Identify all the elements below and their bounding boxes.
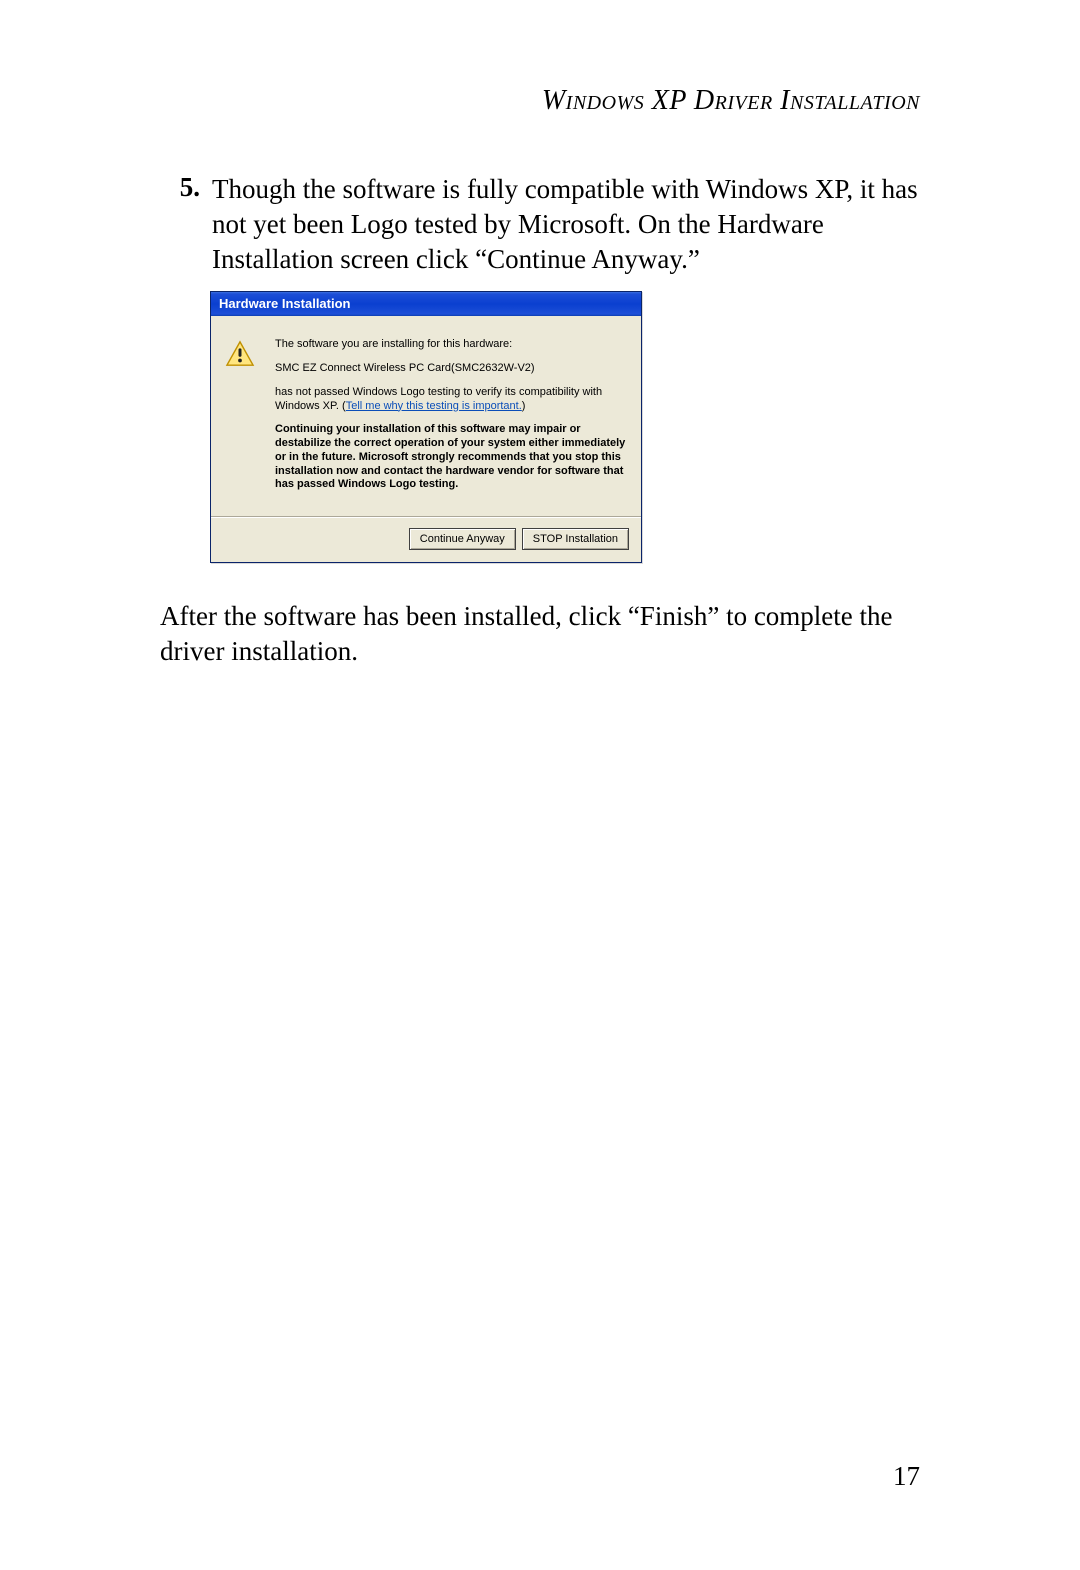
dialog-titlebar: Hardware Installation xyxy=(211,292,641,316)
dialog-why-testing-link[interactable]: Tell me why this testing is important. xyxy=(346,400,522,412)
instruction-step: 5. Though the software is fully compatib… xyxy=(160,172,920,277)
manual-page: Windows XP Driver Installation 5. Though… xyxy=(0,0,1080,1570)
stop-installation-button[interactable]: STOP Installation xyxy=(522,528,629,550)
dialog-warning-text: Continuing your installation of this sof… xyxy=(275,423,627,492)
dialog-icon-column xyxy=(225,338,261,502)
hardware-installation-dialog: Hardware Installation The software you a… xyxy=(210,291,642,563)
continue-anyway-button[interactable]: Continue Anyway xyxy=(409,528,516,550)
dialog-not-passed-line: has not passed Windows Logo testing to v… xyxy=(275,386,627,414)
page-header-title: Windows XP Driver Installation xyxy=(160,85,920,117)
step-number: 5. xyxy=(160,172,212,203)
dialog-intro-line: The software you are installing for this… xyxy=(275,338,627,352)
dialog-not-passed-suffix: ) xyxy=(522,400,526,412)
after-install-text: After the software has been installed, c… xyxy=(160,599,920,669)
dialog-body: The software you are installing for this… xyxy=(211,316,641,516)
warning-icon xyxy=(225,340,255,368)
dialog-text-column: The software you are installing for this… xyxy=(275,338,627,502)
dialog-screenshot: Hardware Installation The software you a… xyxy=(210,291,920,563)
dialog-device-name: SMC EZ Connect Wireless PC Card(SMC2632W… xyxy=(275,362,627,376)
dialog-button-row: Continue Anyway STOP Installation xyxy=(211,518,641,562)
page-number: 17 xyxy=(893,1461,920,1492)
step-text: Though the software is fully compatible … xyxy=(212,172,920,277)
